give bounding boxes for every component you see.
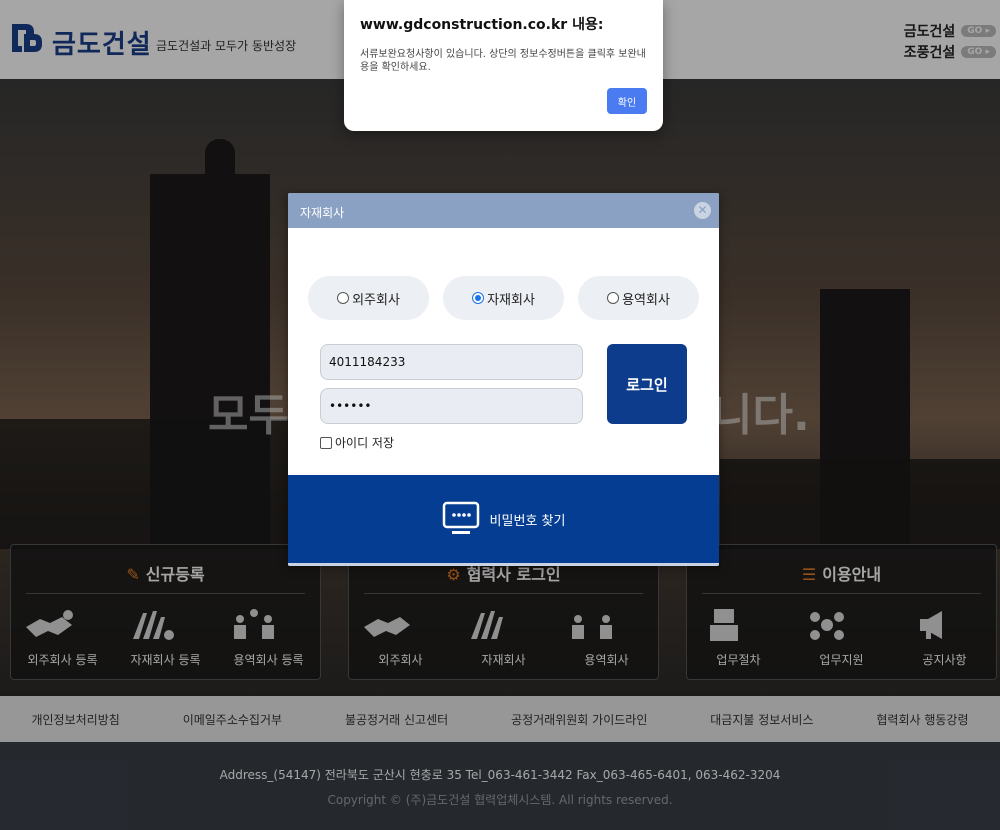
company-type-outsourcing[interactable]: 외주회사: [308, 276, 429, 320]
close-icon[interactable]: ✕: [694, 202, 711, 219]
password-input[interactable]: ••••••: [320, 388, 583, 424]
alert-title: www.gdconstruction.co.kr 내용:: [360, 17, 604, 33]
company-type-selector: 외주회사 자재회사 용역회사: [308, 276, 699, 320]
alert-message: 서류보완요청사항이 있습니다. 상단의 정보수정버튼을 클릭후 보완내용을 확인…: [360, 49, 646, 73]
remember-id-checkbox[interactable]: [320, 436, 332, 449]
radio-button[interactable]: [607, 292, 620, 304]
modal-header: 자재회사 ✕: [288, 193, 719, 228]
company-type-label: 외주회사: [352, 292, 400, 308]
id-input[interactable]: 4011184233: [320, 344, 583, 380]
radio-button[interactable]: [337, 292, 350, 304]
company-type-label: 용역회사: [622, 292, 670, 308]
remember-id-label: 아이디 저장: [335, 436, 395, 450]
company-type-label: 자재회사: [487, 292, 535, 308]
login-button[interactable]: 로그인: [607, 344, 687, 424]
alert-ok-button[interactable]: 확인: [607, 88, 647, 114]
company-type-service[interactable]: 용역회사: [578, 276, 699, 320]
find-password-label: 비밀번호 찾기: [489, 513, 566, 529]
remember-id[interactable]: 아이디 저장: [320, 434, 394, 451]
monitor-password-icon: [442, 501, 479, 534]
modal-title: 자재회사: [300, 206, 345, 220]
radio-button-selected[interactable]: [472, 292, 485, 304]
browser-alert-dialog: www.gdconstruction.co.kr 내용: 서류보완요청사항이 있…: [344, 0, 663, 131]
find-password-button[interactable]: 비밀번호 찾기: [288, 475, 719, 566]
company-type-materials[interactable]: 자재회사: [443, 276, 564, 320]
login-modal: 자재회사 ✕ 외주회사 자재회사 용역회사 4011184233 •••••• …: [288, 193, 719, 566]
